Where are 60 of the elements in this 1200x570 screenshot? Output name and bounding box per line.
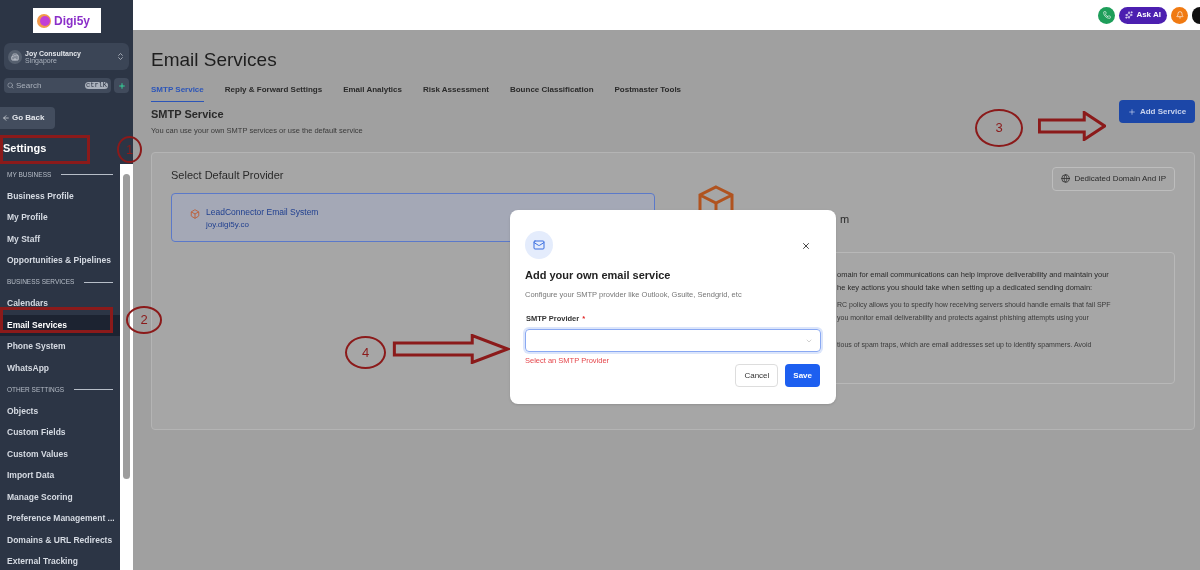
sidebar-item[interactable]: My Profile: [0, 207, 120, 229]
scrollbar-thumb[interactable]: [123, 174, 130, 479]
step-number: 1: [117, 136, 142, 163]
info-title: m: [840, 211, 851, 227]
back-arrow-icon: [2, 114, 10, 122]
tab[interactable]: Email Analytics: [343, 84, 402, 102]
phone-icon: [1102, 11, 1111, 19]
settings-heading: Settings: [2, 141, 48, 157]
sidebar-item[interactable]: Business Profile: [0, 185, 120, 207]
add-service-button[interactable]: Add Service: [1119, 100, 1195, 123]
sidebar-item[interactable]: Custom Values: [0, 443, 120, 465]
close-icon[interactable]: [801, 241, 811, 251]
logo-icon: [36, 12, 52, 29]
tab[interactable]: Postmaster Tools: [614, 84, 682, 102]
section-title: SMTP Service: [151, 107, 225, 122]
page-title: Email Services: [151, 50, 278, 72]
sidebar-item[interactable]: Phone System: [0, 336, 120, 358]
provider-domain: joy.digi5y.co: [206, 219, 250, 231]
cube-icon: [190, 209, 200, 220]
cancel-button[interactable]: Cancel: [735, 364, 779, 388]
sidebar-item[interactable]: My Staff: [0, 228, 120, 250]
plus-icon: [1127, 107, 1136, 116]
ask-ai-button[interactable]: Ask AI: [1119, 6, 1167, 24]
sidebar-item[interactable]: Import Data: [0, 465, 120, 487]
add-button[interactable]: [114, 78, 129, 93]
sidebar-item[interactable]: Preference Management ...: [0, 508, 120, 530]
step-number: 2: [126, 306, 162, 334]
sidebar-item[interactable]: Opportunities & Pipelines: [0, 250, 120, 272]
sidebar-item[interactable]: Calendars: [0, 293, 120, 315]
provider-select[interactable]: [525, 329, 821, 352]
avatar[interactable]: [1192, 6, 1200, 24]
annotation-arrow: [1038, 111, 1106, 141]
sidebar-item[interactable]: External Tracking: [0, 551, 120, 570]
sparkle-icon: [1125, 11, 1134, 19]
search-input[interactable]: Search: [16, 79, 83, 92]
provider-name: LeadConnector Email System: [206, 206, 319, 219]
tab[interactable]: Bounce Classification: [509, 84, 594, 102]
search-icon: [7, 82, 14, 89]
save-button[interactable]: Save: [785, 364, 820, 388]
sidebar-item[interactable]: WhatsApp: [0, 357, 120, 379]
sidebar-item[interactable]: Domains & URL Redirects: [0, 529, 120, 551]
sidebar-item[interactable]: Manage Scoring: [0, 486, 120, 508]
modal-title: Add your own email service: [525, 268, 672, 283]
step-number: 4: [345, 336, 386, 369]
globe-icon: [1061, 174, 1071, 184]
logo[interactable]: Digi5y: [33, 8, 101, 33]
step-number: 3: [975, 109, 1023, 147]
panel-title: Select Default Provider: [171, 167, 285, 183]
go-back-button[interactable]: Go Back: [0, 107, 55, 129]
bell-icon: [1175, 11, 1184, 19]
sidebar-item[interactable]: Custom Fields: [0, 422, 120, 444]
plus-icon: [117, 81, 126, 90]
sidebar-item[interactable]: Objects: [0, 400, 120, 422]
tab[interactable]: Risk Assessment: [423, 84, 489, 102]
phone-button[interactable]: [1098, 6, 1116, 24]
tab[interactable]: Reply & Forward Settings: [224, 84, 323, 102]
chevron-icon: [116, 52, 125, 61]
mail-icon: [533, 239, 545, 251]
dedicated-domain-button[interactable]: Dedicated Domain And IP: [1052, 166, 1175, 191]
logo-text: Digi5y: [54, 14, 90, 27]
